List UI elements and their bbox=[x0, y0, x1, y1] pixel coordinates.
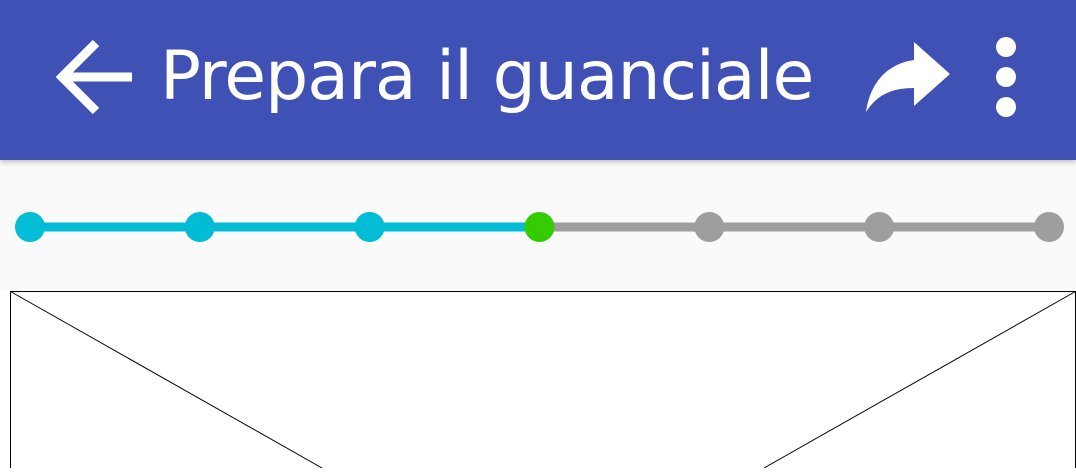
more-options-button[interactable] bbox=[982, 36, 1030, 118]
image-placeholder bbox=[10, 290, 1076, 473]
stepper-step-completed bbox=[354, 212, 385, 242]
stepper-step-pending bbox=[1034, 212, 1064, 242]
stepper-step-completed bbox=[184, 212, 215, 242]
progress-stepper bbox=[15, 212, 1064, 242]
share-button[interactable] bbox=[862, 38, 954, 114]
stepper-step-pending bbox=[864, 212, 895, 242]
stepper-step-pending bbox=[694, 212, 725, 242]
page-title: Prepara il guanciale bbox=[160, 37, 814, 116]
back-button[interactable] bbox=[52, 38, 136, 116]
progress-stepper-area bbox=[0, 160, 1076, 290]
app-bar: Prepara il guanciale bbox=[0, 0, 1076, 160]
stepper-step-completed bbox=[15, 212, 45, 242]
arrow-back-icon bbox=[55, 39, 132, 115]
more-vert-icon bbox=[996, 37, 1016, 117]
share-icon bbox=[866, 42, 950, 112]
image-placeholder-icon bbox=[10, 291, 1076, 473]
stepper-step-current bbox=[524, 212, 555, 242]
